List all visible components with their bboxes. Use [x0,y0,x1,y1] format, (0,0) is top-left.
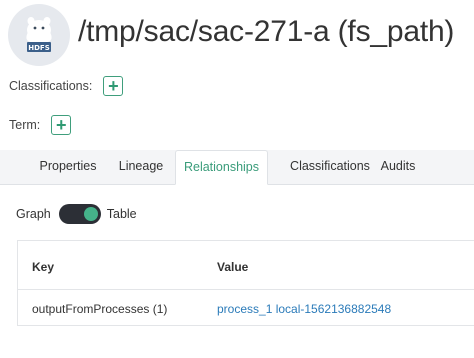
classifications-row: Classifications: + [9,76,124,96]
entity-header: HDFS /tmp/sac/sac-271-a (fs_path) [0,0,474,70]
tab-bar: Properties Lineage Relationships Classif… [0,150,474,185]
view-toggle: Graph Table [16,204,137,224]
svg-text:HDFS: HDFS [28,44,50,52]
tab-classifications[interactable]: Classifications [276,150,384,184]
table-label: Table [106,207,137,221]
column-header-value: Value [217,260,249,274]
switch-knob [83,207,98,221]
tab-lineage[interactable]: Lineage [110,150,172,184]
column-header-key: Key [32,260,55,274]
graph-table-switch[interactable] [58,204,101,224]
add-term-button[interactable]: + [51,115,72,135]
tab-relationships[interactable]: Relationships [175,150,268,185]
relationships-table: Key Value outputFromProcesses (1) proces… [17,240,474,326]
tab-properties[interactable]: Properties [30,150,106,184]
classifications-label: Classifications: [9,79,93,93]
term-row: Term: + [9,115,72,135]
hdfs-icon: HDFS [8,4,70,66]
page-title: /tmp/sac/sac-271-a (fs_path) [78,15,455,48]
add-classification-button[interactable]: + [103,76,124,96]
term-label: Term: [9,118,41,132]
header-divider [18,289,474,290]
tab-audits[interactable]: Audits [374,150,422,184]
table-row-value-link[interactable]: process_1 local-1562136882548 [217,302,391,316]
graph-label: Graph [16,207,51,221]
table-row-key: outputFromProcesses (1) [32,302,168,316]
